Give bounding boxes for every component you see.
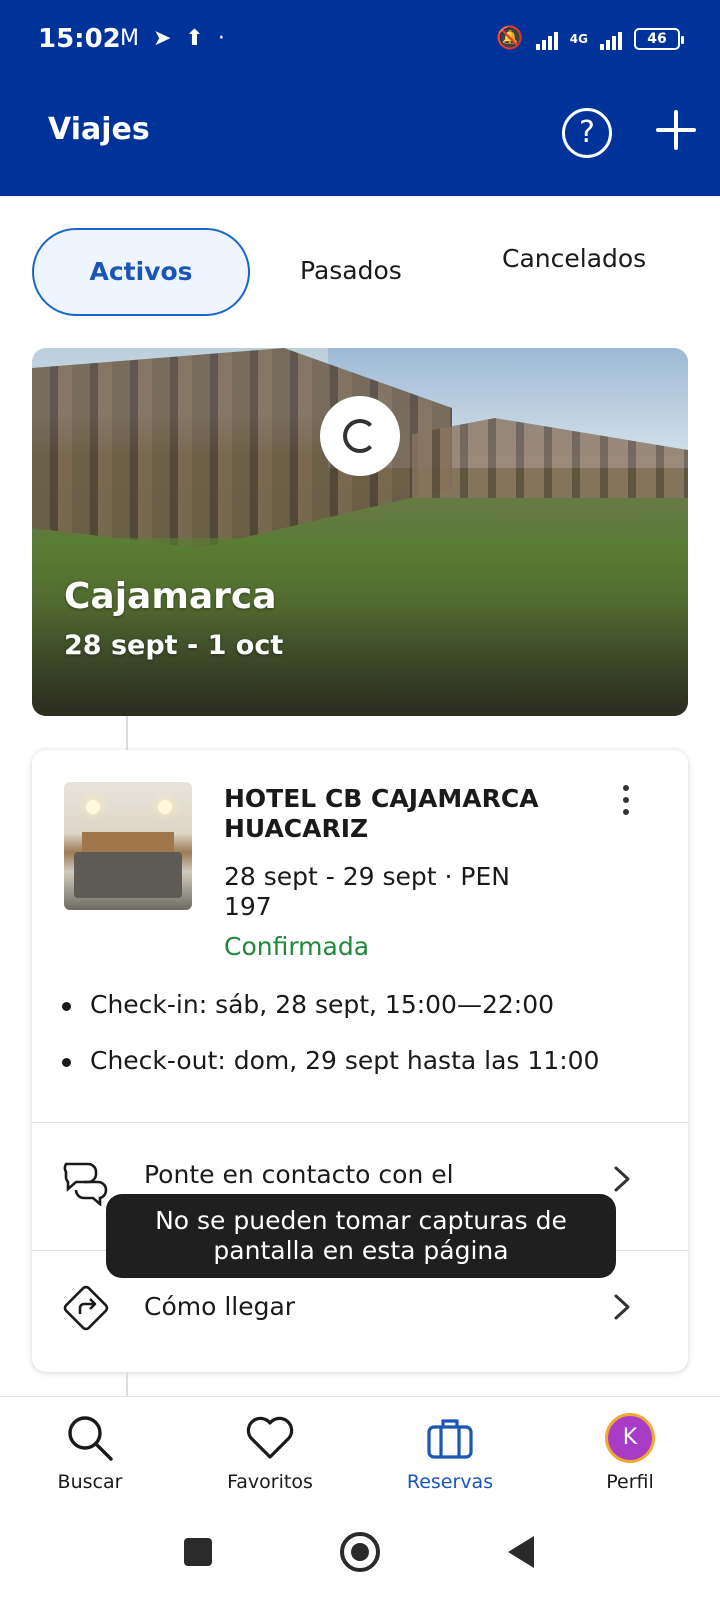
tab-activos[interactable]: Activos	[32, 228, 250, 316]
checkout-info: Check-out: dom, 29 sept hasta las 11:00	[61, 1046, 600, 1075]
system-navigation-bar	[0, 1504, 720, 1600]
status-bar: 15:02 M ➤ ⬆ · 🔕 4G 46	[0, 0, 720, 80]
hero-image-grass	[32, 538, 688, 716]
app-header: 15:02 M ➤ ⬆ · 🔕 4G 46 Viajes ?	[0, 0, 720, 196]
timeline-line	[126, 716, 128, 752]
nav-buscar-label: Buscar	[57, 1471, 123, 1493]
tab-cancelados[interactable]: Cancelados	[502, 244, 662, 274]
nav-favoritos-label: Favoritos	[227, 1471, 313, 1493]
nav-buscar[interactable]: Buscar	[15, 1411, 165, 1493]
directions-icon	[63, 1285, 109, 1331]
suitcase-icon	[427, 1419, 473, 1459]
upload-icon: ⬆	[185, 26, 204, 51]
directions-label: Cómo llegar	[144, 1292, 296, 1321]
booking-status: Confirmada	[224, 932, 370, 961]
dot-icon: ·	[217, 26, 225, 51]
battery-icon: 46	[634, 28, 684, 50]
mute-bell-icon: 🔕	[496, 26, 524, 51]
more-options-icon[interactable]	[608, 778, 644, 822]
help-icon[interactable]: ?	[562, 108, 612, 158]
trip-city: Cajamarca	[64, 576, 277, 617]
chat-bubbles-icon	[63, 1162, 108, 1206]
bottom-navigation: Buscar Favoritos Reservas K Perfil	[0, 1396, 720, 1504]
recents-icon[interactable]	[184, 1538, 212, 1566]
tab-pasados[interactable]: Pasados	[300, 256, 402, 285]
status-notification-icons: M ➤ ⬆ ·	[120, 26, 225, 52]
booking-dates-price: 28 sept - 29 sept · PEN 197	[224, 862, 510, 921]
checkin-info: Check-in: sáb, 28 sept, 15:00—22:00	[61, 990, 555, 1019]
chevron-right-icon	[614, 1166, 630, 1192]
booking-card[interactable]: HOTEL CB CAJAMARCA HUACARIZ 28 sept - 29…	[32, 750, 688, 1372]
signal-icon-2	[600, 28, 622, 50]
avatar: K	[605, 1413, 655, 1463]
chevron-right-icon	[614, 1294, 630, 1320]
heart-icon	[246, 1416, 294, 1459]
trip-card[interactable]: Cajamarca 28 sept - 1 oct	[32, 348, 688, 716]
nav-perfil[interactable]: K Perfil	[555, 1411, 705, 1493]
page-title: Viajes	[48, 112, 150, 147]
status-system-icons: 🔕 4G 46	[496, 26, 684, 52]
telegram-icon: ➤	[152, 26, 172, 51]
search-icon	[68, 1416, 113, 1461]
network-type: 4G	[569, 32, 588, 46]
status-time: 15:02	[38, 24, 121, 54]
home-icon[interactable]	[340, 1532, 380, 1572]
signal-icon	[535, 28, 558, 50]
hotel-name: HOTEL CB CAJAMARCA HUACARIZ	[224, 784, 539, 843]
divider	[32, 1122, 688, 1123]
back-icon[interactable]	[508, 1536, 534, 1568]
gmail-icon: M	[120, 26, 139, 51]
nav-reservas[interactable]: Reservas	[375, 1411, 525, 1493]
add-icon[interactable]	[652, 106, 700, 154]
nav-favoritos[interactable]: Favoritos	[195, 1411, 345, 1493]
timeline-line	[126, 1372, 128, 1396]
loading-spinner-icon	[320, 396, 400, 476]
screenshot-blocked-toast: No se pueden tomar capturas de pantalla …	[106, 1194, 616, 1278]
trip-dates: 28 sept - 1 oct	[64, 630, 284, 661]
nav-reservas-label: Reservas	[406, 1471, 494, 1493]
contact-property-label: Ponte en contacto con el	[144, 1160, 454, 1189]
hotel-thumbnail	[64, 782, 192, 910]
nav-perfil-label: Perfil	[606, 1471, 654, 1493]
